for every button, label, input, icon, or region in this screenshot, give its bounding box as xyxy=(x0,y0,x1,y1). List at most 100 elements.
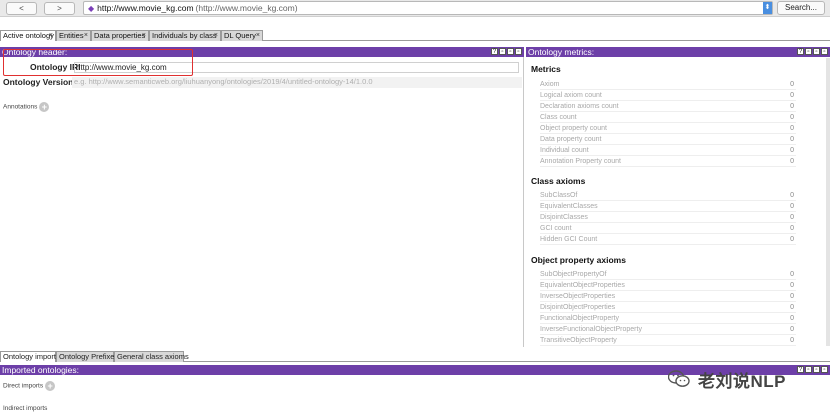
metric-row: Data property count 0 xyxy=(540,134,796,145)
metric-value: 0 xyxy=(790,158,794,165)
metric-value: 0 xyxy=(790,114,794,121)
close-icon[interactable]: ▫ xyxy=(821,48,828,55)
metric-value: 0 xyxy=(790,271,794,278)
ontology-version-field[interactable]: e.g. http://www.semanticweb.org/liuhuany… xyxy=(72,77,522,88)
bottom-tabs: Ontology imports Ontology Prefixes Gener… xyxy=(0,351,830,362)
float-icon[interactable]: ▫ xyxy=(507,48,514,55)
metric-value: 0 xyxy=(790,147,794,154)
close-icon[interactable]: × xyxy=(142,31,146,41)
tab-general-class-axioms[interactable]: General class axioms xyxy=(114,351,189,362)
metric-row: Logical axiom count 0 xyxy=(540,90,796,101)
tab-individuals-by-class[interactable]: Individuals by class × xyxy=(149,30,221,41)
main-tabs: Active ontology × Entities × Data properti… xyxy=(0,30,830,41)
metric-value: 0 xyxy=(790,326,794,333)
close-icon[interactable]: ▫ xyxy=(515,48,522,55)
metric-label: Data property count xyxy=(540,136,602,143)
metric-label: GCI count xyxy=(540,225,572,232)
tab-ontology-prefixes[interactable]: Ontology Prefixes xyxy=(56,351,118,362)
minimize-icon[interactable]: ▫ xyxy=(805,366,812,373)
tab-entities[interactable]: Entities × xyxy=(56,30,91,41)
metric-row: Class count 0 xyxy=(540,112,796,123)
add-import-icon[interactable]: + xyxy=(45,381,56,391)
metric-value: 0 xyxy=(790,225,794,232)
object-property-axioms-section-title: Object property axioms xyxy=(531,255,626,265)
metric-row: FunctionalObjectProperty 0 xyxy=(540,313,796,324)
metric-value: 0 xyxy=(790,92,794,99)
tab-ontology-imports[interactable]: Ontology imports xyxy=(0,351,60,362)
metric-label: DisjointClasses xyxy=(540,214,588,221)
ontology-header-panel: Ontology header: ? ▫ ▫ ▫ Ontology IRI http:… xyxy=(0,47,524,347)
tab-label: Individuals by class xyxy=(152,31,217,40)
help-icon[interactable]: ? xyxy=(797,366,804,373)
watermark: 老刘说NLP xyxy=(668,368,786,391)
annotations-label: Annotations xyxy=(3,103,38,111)
metric-row: InverseObjectProperties 0 xyxy=(540,291,796,302)
indirect-imports-label: Indirect imports xyxy=(3,405,48,412)
annotations-row: Annotations + xyxy=(3,102,50,113)
metric-value: 0 xyxy=(790,236,794,243)
metric-label: Declaration axioms count xyxy=(540,103,619,110)
ontology-url-field[interactable]: ◆ http://www.movie_kg.com (http://www.movi… xyxy=(83,1,773,15)
tab-label: Active ontology xyxy=(3,31,54,40)
url-sub: (http://www.movie_kg.com) xyxy=(195,3,298,13)
close-icon[interactable]: × xyxy=(256,31,260,41)
metric-row: Object property count 0 xyxy=(540,123,796,134)
metric-row: Annotation Property count 0 xyxy=(540,156,796,167)
minimize-icon[interactable]: ▫ xyxy=(499,48,506,55)
metric-label: TransitiveObjectProperty xyxy=(540,337,617,344)
metric-label: SubClassOf xyxy=(540,192,578,199)
watermark-text: 老刘说NLP xyxy=(698,371,786,391)
metric-label: InverseFunctionalObjectProperty xyxy=(540,326,642,333)
panel-controls: ? ▫ ▫ ▫ xyxy=(796,48,828,56)
close-icon[interactable]: × xyxy=(49,31,53,41)
help-icon[interactable]: ? xyxy=(797,48,804,55)
help-icon[interactable]: ? xyxy=(491,48,498,55)
metric-row: EquivalentClasses 0 xyxy=(540,201,796,212)
metric-label: FunctionalObjectProperty xyxy=(540,315,619,322)
metric-label: Hidden GCI Count xyxy=(540,236,598,243)
tab-active-ontology[interactable]: Active ontology × xyxy=(0,30,56,41)
metric-row: GCI count 0 xyxy=(540,223,796,234)
highlight-box xyxy=(3,49,193,76)
metric-label: Individual count xyxy=(540,147,589,154)
metric-label: Class count xyxy=(540,114,577,121)
panel-controls: ? ▫ ▫ ▫ xyxy=(796,366,828,374)
metric-label: InverseObjectProperties xyxy=(540,293,616,300)
metric-value: 0 xyxy=(790,136,794,143)
metric-label: EquivalentClasses xyxy=(540,203,598,210)
close-icon[interactable]: × xyxy=(214,31,218,41)
tab-data-properties[interactable]: Data properties × xyxy=(91,30,149,41)
tab-dl-query[interactable]: DL Query × xyxy=(221,30,263,41)
tab-label: Data properties xyxy=(94,31,146,40)
chevron-updown-icon[interactable]: ⬍ xyxy=(763,2,772,14)
metric-value: 0 xyxy=(790,125,794,132)
back-button[interactable]: < xyxy=(6,2,37,15)
panel-controls: ? ▫ ▫ ▫ xyxy=(490,48,522,56)
ontology-version-row: Ontology Version IRI e.g. http://www.sem… xyxy=(0,76,524,88)
metric-row: DisjointObjectProperties 0 xyxy=(540,302,796,313)
metric-value: 0 xyxy=(790,293,794,300)
metric-row: Axiom 0 xyxy=(540,79,796,90)
metric-value: 0 xyxy=(790,315,794,322)
metric-value: 0 xyxy=(790,282,794,289)
metric-value: 0 xyxy=(790,103,794,110)
metric-value: 0 xyxy=(790,214,794,221)
add-annotation-icon[interactable]: + xyxy=(39,102,50,112)
metric-label: SubObjectPropertyOf xyxy=(540,271,607,278)
metrics-scrollbar[interactable] xyxy=(826,58,830,346)
metric-row: SubObjectPropertyOf 0 xyxy=(540,269,796,280)
search-button[interactable]: Search... xyxy=(777,1,825,15)
close-icon[interactable]: ▫ xyxy=(821,366,828,373)
minimize-icon[interactable]: ▫ xyxy=(805,48,812,55)
metric-row: TransitiveObjectProperty 0 xyxy=(540,335,796,346)
url-main: http://www.movie_kg.com xyxy=(97,3,194,13)
metric-row: DisjointClasses 0 xyxy=(540,212,796,223)
direct-imports-row: Direct imports + xyxy=(3,381,56,392)
float-icon[interactable]: ▫ xyxy=(813,366,820,373)
metric-row: Hidden GCI Count 0 xyxy=(540,234,796,245)
metric-label: Logical axiom count xyxy=(540,92,602,99)
float-icon[interactable]: ▫ xyxy=(813,48,820,55)
metric-label: Axiom xyxy=(540,81,560,88)
close-icon[interactable]: × xyxy=(84,31,88,41)
forward-button[interactable]: > xyxy=(44,2,75,15)
